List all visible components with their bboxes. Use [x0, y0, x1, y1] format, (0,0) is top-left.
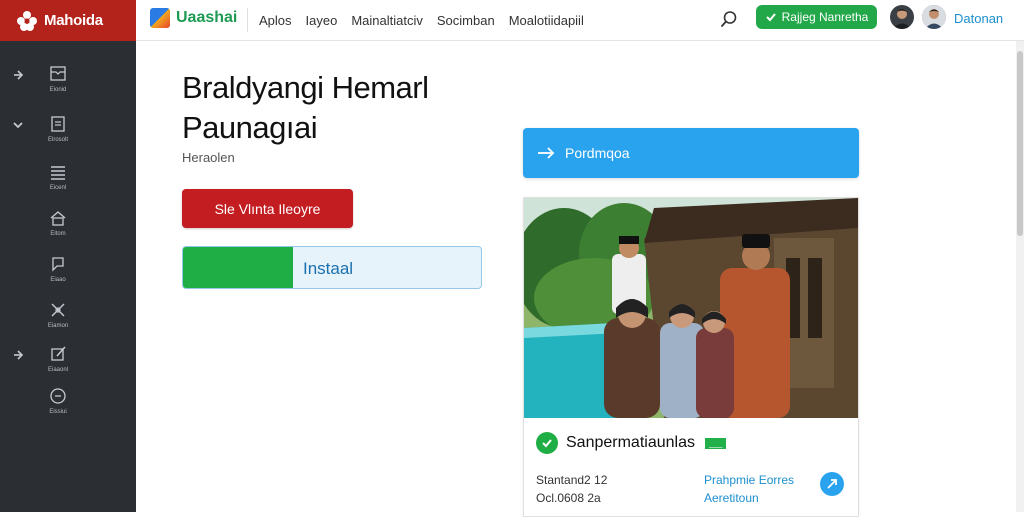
- avatar[interactable]: [890, 5, 914, 29]
- sidebar-item-label: Eiaao: [50, 277, 66, 283]
- username-link[interactable]: Datonan: [954, 11, 1003, 26]
- nav-item-4[interactable]: Socimban: [437, 13, 495, 28]
- top-bar: Mahoida Uaashai Aplos Iayeo Mainaltiatci…: [0, 0, 1024, 41]
- sidebar-item-6[interactable]: Eiamon: [0, 299, 136, 343]
- tools-icon: [51, 303, 65, 317]
- sidebar-item-label: Eionid: [49, 87, 67, 93]
- sidebar-item-label: Eiaaonl: [47, 367, 68, 373]
- card-title-row: Sanpermatiaunlas ___: [536, 432, 727, 454]
- check-icon: [765, 13, 776, 22]
- progress-fill: [183, 247, 294, 288]
- header-divider: [247, 8, 248, 32]
- user-avatar-icon: [922, 5, 946, 29]
- edit-icon: [51, 346, 66, 361]
- sidebar-item-2[interactable]: Elrosolt: [0, 113, 136, 157]
- arrow-right-icon: [538, 147, 555, 159]
- sidebar-item-label: Eissiui: [49, 409, 67, 415]
- sidebar-item-8[interactable]: Eissiui: [0, 385, 136, 429]
- content-card: Sanpermatiaunlas ___ Stantand2 12 Ocl.06…: [523, 197, 859, 517]
- search-icon: [721, 11, 737, 27]
- nav-item-2[interactable]: Iayeo: [306, 13, 338, 28]
- card-link[interactable]: Aeretitoun: [704, 489, 794, 507]
- list-icon: [51, 166, 65, 180]
- sidebar-item-label: Eitom: [50, 231, 66, 237]
- page-title-line-2: Paunagıai: [182, 110, 318, 145]
- sidebar-item-7[interactable]: Eiaaonl: [0, 343, 136, 387]
- proceed-button[interactable]: Pordmqoa: [523, 128, 859, 178]
- register-label: Rajjeg Nanretha: [781, 10, 869, 24]
- share-icon: [827, 479, 837, 489]
- app-logo[interactable]: Uaashai: [150, 8, 237, 28]
- share-button[interactable]: [820, 472, 844, 496]
- sidebar: Eionid Elrosolt Eicenl Eitom Eiaao Eiamo…: [0, 41, 136, 512]
- home-icon: [50, 211, 66, 226]
- brand-name: Mahoida: [44, 12, 103, 29]
- card-meta-left: Stantand2 12 Ocl.0608 2a: [536, 471, 607, 507]
- nav-item-3[interactable]: Mainaltiatciv: [351, 13, 423, 28]
- avatar[interactable]: [922, 5, 946, 29]
- sidebar-item-4[interactable]: Eitom: [0, 207, 136, 251]
- primary-action-button[interactable]: Sle Vlınta Ileoyre: [182, 189, 353, 228]
- chevron-down-icon: [13, 122, 23, 129]
- register-button[interactable]: Rajjeg Nanretha: [756, 5, 877, 29]
- card-photo[interactable]: [524, 198, 858, 418]
- brand-logo-area[interactable]: Mahoida: [0, 0, 136, 41]
- card-meta-line: Ocl.0608 2a: [536, 491, 601, 505]
- family-photo-illustration: [524, 198, 858, 418]
- sidebar-item-3[interactable]: Eicenl: [0, 161, 136, 205]
- scrollbar-thumb[interactable]: [1017, 51, 1023, 236]
- sidebar-item-label: Eicenl: [49, 185, 67, 191]
- flower-logo-icon: [17, 10, 37, 31]
- nav-item-1[interactable]: Aplos: [259, 13, 292, 28]
- check-circle-icon: [536, 432, 558, 454]
- help-icon: [50, 388, 66, 404]
- sidebar-item-label: Eiamon: [47, 323, 69, 329]
- app-logo-icon: [150, 8, 170, 28]
- nav-item-5[interactable]: Moalotiidapiil: [509, 13, 584, 28]
- card-meta-right: Prahpmie Eorres Aeretitoun: [704, 471, 794, 507]
- install-progress-bar[interactable]: Instaal: [182, 246, 482, 289]
- sidebar-item-1[interactable]: Eionid: [0, 63, 136, 107]
- card-meta-line: Stantand2 12: [536, 473, 608, 487]
- page-title: Braldyangi Hemarl Paunagıai: [182, 68, 502, 148]
- page-subtitle: Heraolen: [182, 150, 235, 165]
- clipboard-icon: [51, 116, 65, 132]
- card-link[interactable]: Prahpmie Eorres: [704, 471, 794, 489]
- top-nav: Aplos Iayeo Mainaltiatciv Socimban Moalo…: [259, 0, 584, 41]
- user-avatar-icon: [893, 9, 911, 29]
- proceed-button-label: Pordmqoa: [565, 145, 630, 161]
- inbox-icon: [50, 66, 66, 81]
- card-title: Sanpermatiaunlas: [566, 434, 695, 451]
- arrow-right-icon: [14, 70, 24, 80]
- search-button[interactable]: [716, 6, 742, 32]
- app-name: Uaashai: [176, 9, 238, 26]
- status-badge: ___: [704, 437, 727, 449]
- install-label: Instaal: [303, 259, 354, 278]
- sidebar-item-label: Elrosolt: [47, 137, 68, 143]
- page-title-line-1: Braldyangi Hemarl: [182, 70, 429, 105]
- sidebar-item-5[interactable]: Eiaao: [0, 253, 136, 297]
- scrollbar[interactable]: [1016, 41, 1024, 512]
- arrow-right-icon: [14, 350, 24, 360]
- chat-icon: [52, 257, 64, 272]
